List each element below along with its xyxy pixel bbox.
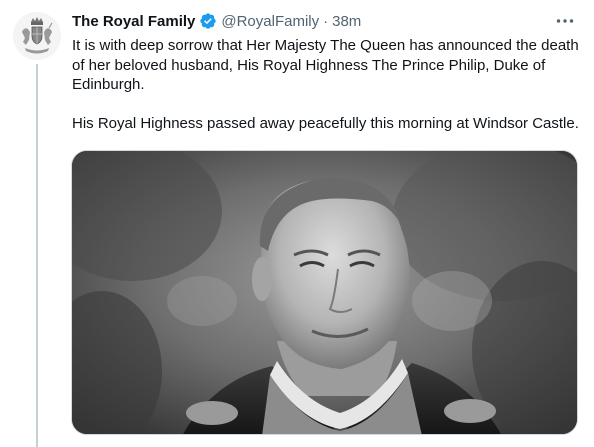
portrait-photo: [72, 151, 577, 434]
separator-dot: ·: [323, 12, 329, 30]
avatar[interactable]: [13, 12, 61, 60]
timestamp[interactable]: 38m: [332, 13, 361, 30]
verified-badge-icon: [200, 13, 217, 29]
tweet-paragraph: His Royal Highness passed away peacefull…: [72, 114, 579, 132]
tweet[interactable]: The Royal Family @RoyalFamily · 38m It i…: [0, 0, 594, 447]
tweet-photo[interactable]: [71, 150, 578, 435]
royal-coat-of-arms-icon: [13, 12, 61, 60]
more-options-icon[interactable]: [554, 12, 576, 30]
tweet-paragraph: It is with deep sorrow that Her Majesty …: [72, 37, 579, 93]
tweet-text: It is with deep sorrow that Her Majesty …: [72, 36, 582, 133]
tweet-header: The Royal Family @RoyalFamily · 38m: [72, 10, 361, 32]
display-name[interactable]: The Royal Family: [72, 13, 195, 30]
thread-line: [36, 64, 38, 447]
user-handle[interactable]: @RoyalFamily: [221, 13, 319, 30]
